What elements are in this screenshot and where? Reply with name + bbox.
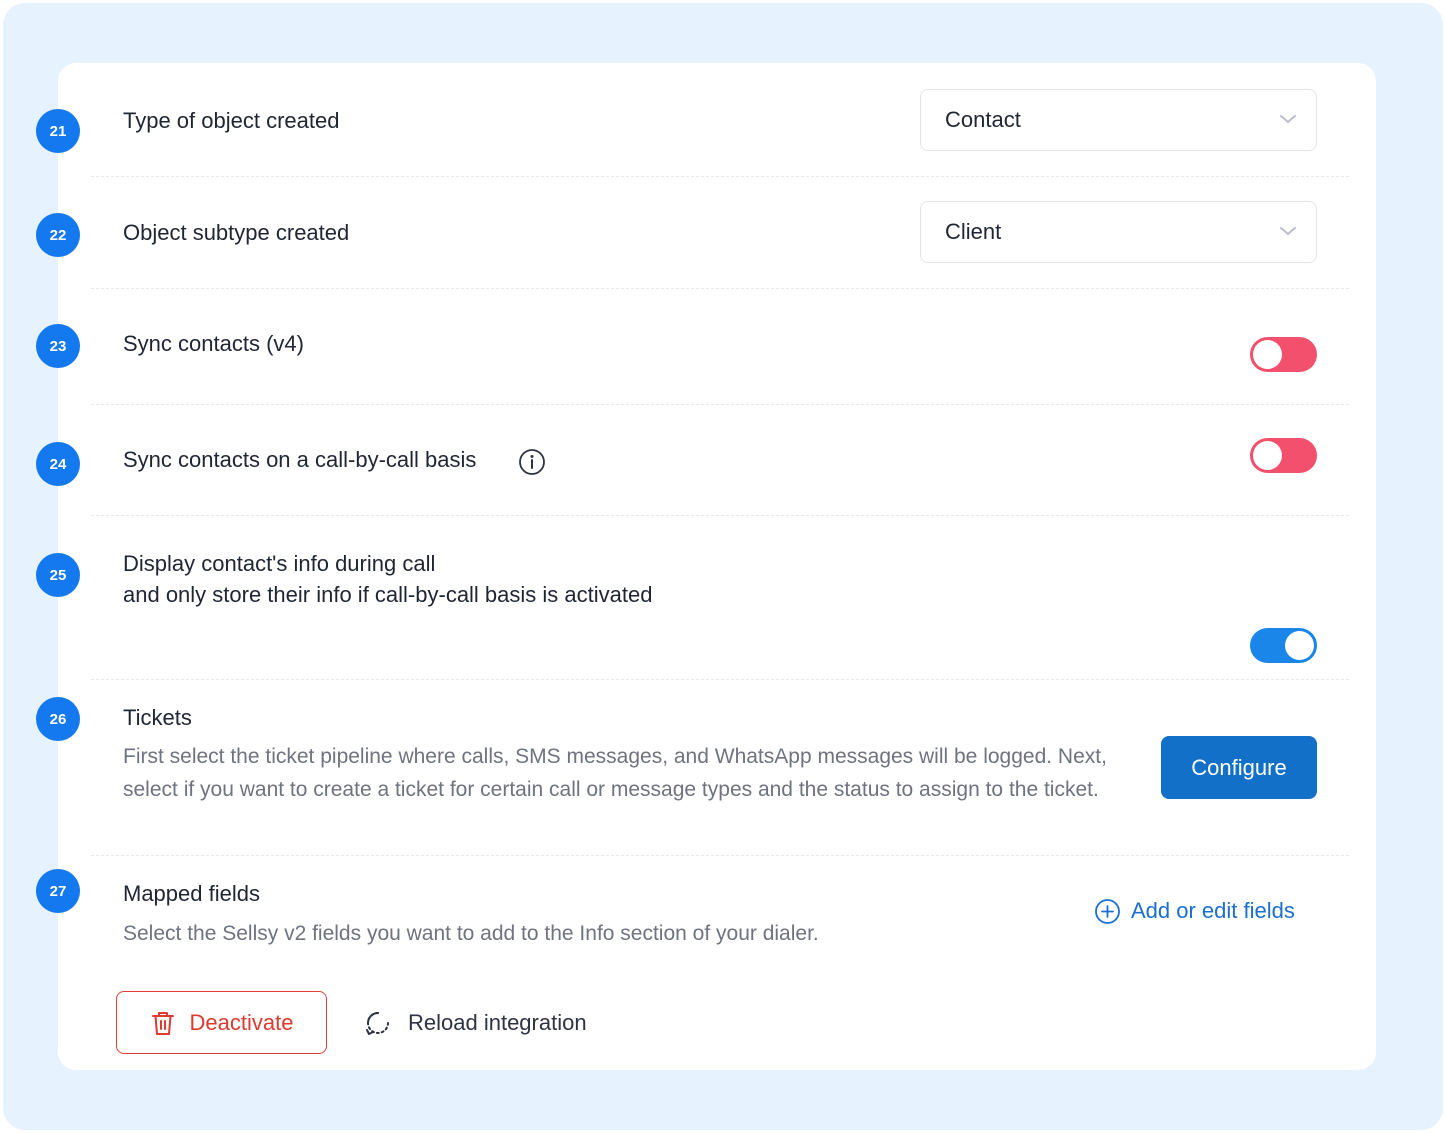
step-badge-26: 26 <box>36 697 80 741</box>
chevron-down-icon <box>1280 115 1296 123</box>
row-divider <box>91 679 1349 680</box>
setting-label-display-info-line2: and only store their info if call-by-cal… <box>123 582 653 607</box>
setting-label-call-by-call: Sync contacts on a call-by-call basis <box>123 447 477 472</box>
object-subtype-select[interactable]: Client <box>920 201 1317 263</box>
tickets-description: First select the ticket pipeline where c… <box>123 745 1107 801</box>
add-edit-fields-label: Add or edit fields <box>1131 898 1295 923</box>
reload-integration-label: Reload integration <box>408 1010 587 1035</box>
toggle-knob <box>1253 340 1282 369</box>
step-badge-25: 25 <box>36 553 80 597</box>
deactivate-label: Deactivate <box>189 1009 294 1035</box>
info-icon[interactable] <box>518 448 546 476</box>
tickets-title: Tickets <box>123 705 192 730</box>
step-badge-21: 21 <box>36 109 80 153</box>
configure-button[interactable]: Configure <box>1161 736 1317 799</box>
toggle-knob <box>1285 631 1314 660</box>
step-badge-22: 22 <box>36 213 80 257</box>
chevron-down-icon <box>1280 227 1296 235</box>
call-by-call-toggle[interactable] <box>1250 438 1317 473</box>
setting-label-display-info-line1: Display contact's info during call <box>123 551 436 576</box>
sync-contacts-toggle[interactable] <box>1250 337 1317 372</box>
row-divider <box>91 515 1349 516</box>
object-type-value: Contact <box>945 107 1021 132</box>
setting-label-sync-contacts: Sync contacts (v4) <box>123 331 304 356</box>
toggle-knob <box>1253 441 1282 470</box>
object-subtype-value: Client <box>945 219 1002 244</box>
deactivate-button[interactable]: Deactivate <box>116 991 327 1054</box>
row-divider <box>91 404 1349 405</box>
plus-circle-icon <box>1095 898 1120 924</box>
row-divider <box>91 288 1349 289</box>
step-badge-23: 23 <box>36 324 80 368</box>
trash-icon <box>151 1011 174 1035</box>
reload-integration-button[interactable]: Reload integration <box>364 1005 587 1041</box>
mapped-fields-description: Select the Sellsy v2 fields you want to … <box>123 922 819 945</box>
setting-label-object-type: Type of object created <box>123 108 340 133</box>
display-contact-info-toggle[interactable] <box>1250 628 1317 663</box>
step-badge-27: 27 <box>36 869 80 913</box>
add-edit-fields-link[interactable]: Add or edit fields <box>1094 894 1295 928</box>
object-type-select[interactable]: Contact <box>920 89 1317 151</box>
row-divider <box>91 176 1349 177</box>
row-divider <box>91 855 1349 856</box>
reload-icon <box>366 1012 389 1035</box>
mapped-fields-title: Mapped fields <box>123 881 260 906</box>
step-badge-24: 24 <box>36 442 80 486</box>
setting-label-object-subtype: Object subtype created <box>123 220 350 245</box>
